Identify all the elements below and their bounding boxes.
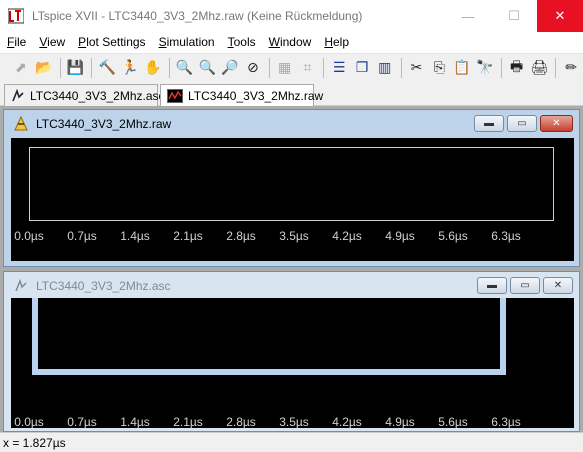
toolbar: ⬈ 📂 💾 🔨 🏃 ✋ 🔍 🔍 🔎 ⊘ ▦ ⌗ ☰ ❐ ▥ ✂ ⎘ 📋 🔭 🖶 … [0,53,583,81]
menu-plot-settings[interactable]: Plot Settings [71,35,151,49]
toolbar-separator [268,57,270,78]
title-bar: LTspice XVII - LTC3440_3V3_2Mhz.raw (Kei… [0,0,583,32]
child-minimize-button[interactable]: ▬ [477,277,507,294]
x-axis-tick-label: 6.3µs [491,415,521,428]
print-setup-icon[interactable]: 🖶 [506,57,528,79]
copy-icon[interactable]: ⎘ [428,57,450,79]
schematic-canvas[interactable]: 0.0µs 0.7µs 1.4µs 2.1µs 2.8µs 3.5µs 4.2µs 4.9µs… [11,298,574,428]
waveform-plot[interactable]: 0.0µs 0.7µs 1.4µs 2.1µs 2.8µs 3.5µs 4.2µs 4.9µs… [11,138,574,261]
x-axis-tick-label: 1.4µs [120,229,150,243]
waveform-window-title: LTC3440_3V3_2Mhz.raw [36,117,172,131]
zoom-cancel-icon[interactable]: ⊘ [242,57,264,79]
toolbar-separator [168,57,170,78]
pencil-icon[interactable]: ✏ [560,57,582,79]
menu-view[interactable]: View [32,35,71,49]
menu-bar: File View Plot Settings Simulation Tools… [0,32,583,52]
toolbar-separator [59,57,61,78]
zoom-area-icon[interactable]: 🔍 [196,57,218,79]
x-axis-tick-label: 3.5µs [279,229,309,243]
waveform-window[interactable]: LTC3440_3V3_2Mhz.raw ▬ ▭ ✕ 0.0µs 0.7µs 1.4… [3,109,580,267]
print-icon[interactable]: 🖨 [529,57,551,79]
paste-icon[interactable]: 📋 [451,57,473,79]
waveform-plot-pane[interactable]: 0.0µs 0.7µs 1.4µs 2.1µs 2.8µs 3.5µs 4.2µs 4.9µs… [11,138,574,261]
child-minimize-button[interactable]: ▬ [474,115,504,132]
zoom-in-icon[interactable]: 🔍 [174,57,196,79]
menu-file[interactable]: File [0,35,32,49]
find-icon[interactable]: 🔭 [474,57,496,79]
menu-simulation[interactable]: Simulation [152,35,221,49]
run-icon[interactable]: 🏃 [119,57,141,79]
x-axis-tick-label: 2.1µs [173,415,203,428]
maximize-button[interactable]: ☐ [491,0,537,32]
open-schematic-icon[interactable]: ⬈ [10,57,32,79]
close-button[interactable]: ✕ [537,0,583,32]
x-axis-tick-label: 0.0µs [14,229,44,243]
x-axis-tick-label: 4.9µs [385,415,415,428]
status-bar: x = 1.827µs [0,432,583,452]
menu-tools[interactable]: Tools [221,35,262,49]
window-title: LTspice XVII - LTC3440_3V3_2Mhz.raw (Kei… [32,9,363,23]
toolbar-separator [91,57,93,78]
x-axis-tick-label: 4.9µs [385,229,415,243]
schematic-icon [11,88,25,103]
x-axis-tick-label: 6.3µs [491,229,521,243]
save-icon[interactable]: 💾 [65,57,87,79]
hammer-control-panel-icon[interactable]: 🔨 [96,57,118,79]
x-axis-tick-label: 2.8µs [226,415,256,428]
menu-window[interactable]: Window [262,35,318,49]
cascade-icon[interactable]: ❐ [351,57,373,79]
x-axis-tick-label: 4.2µs [332,229,362,243]
minimize-button[interactable]: — [445,0,491,32]
x-axis-tick-label: 5.6µs [438,415,468,428]
schematic-window-icon [12,278,30,294]
ghost-frame [32,298,506,375]
plot-frame [29,147,554,221]
toolbar-separator [500,57,502,78]
x-axis-tick-label: 2.1µs [173,229,203,243]
document-tab-bar: LTC3440_3V3_2Mhz.asc LTC3440_3V3_2Mhz.ra… [0,81,583,106]
x-axis-tick-label: 0.7µs [67,415,97,428]
mdi-workspace: LTC3440_3V3_2Mhz.raw ▬ ▭ ✕ 0.0µs 0.7µs 1.4… [0,106,583,432]
toolbar-separator [555,57,557,78]
x-axis-tick-label: 3.5µs [279,415,309,428]
tile-horizontal-icon[interactable]: ☰ [328,57,350,79]
zoom-out-icon[interactable]: 🔎 [219,57,241,79]
tab-schematic-label: LTC3440_3V3_2Mhz.asc [30,88,165,103]
child-close-button[interactable]: ✕ [540,115,573,132]
waveform-icon [167,88,183,103]
schematic-window[interactable]: LTC3440_3V3_2Mhz.asc ▬ ▭ ✕ 0.0µs 0.7µs 1.4… [3,271,580,432]
ltspice-logo-icon [8,8,24,24]
tab-waveform[interactable]: LTC3440_3V3_2Mhz.raw [160,84,323,106]
toolbar-separator [400,57,402,78]
cut-icon[interactable]: ✂ [406,57,428,79]
cursor-position-readout: x = 1.827µs [3,435,66,450]
x-axis-tick-label: 5.6µs [438,229,468,243]
tab-waveform-label: LTC3440_3V3_2Mhz.raw [188,88,324,103]
tab-schematic[interactable]: LTC3440_3V3_2Mhz.asc [4,84,165,106]
x-axis-tick-label: 1.4µs [120,415,150,428]
child-restore-button[interactable]: ▭ [510,277,540,294]
child-close-button[interactable]: ✕ [543,277,573,294]
tile-vertical-icon[interactable]: ▥ [374,57,396,79]
waveform-window-icon [12,116,30,132]
x-axis-tick-label: 0.7µs [67,229,97,243]
menu-help[interactable]: Help [317,35,355,49]
mark-unmark-icon[interactable]: ⌗ [297,57,319,79]
pan-hand-icon[interactable]: ✋ [142,57,164,79]
x-axis-tick-label: 2.8µs [226,229,256,243]
child-restore-button[interactable]: ▭ [507,115,537,132]
open-folder-icon[interactable]: 📂 [33,57,55,79]
schematic-pane[interactable]: 0.0µs 0.7µs 1.4µs 2.1µs 2.8µs 3.5µs 4.2µs 4.9µs… [11,298,574,428]
schematic-window-title: LTC3440_3V3_2Mhz.asc [36,279,171,293]
toolbar-separator [323,57,325,78]
x-axis-tick-label: 4.2µs [332,415,362,428]
x-axis-tick-label: 0.0µs [14,415,44,428]
autorange-icon[interactable]: ▦ [274,57,296,79]
